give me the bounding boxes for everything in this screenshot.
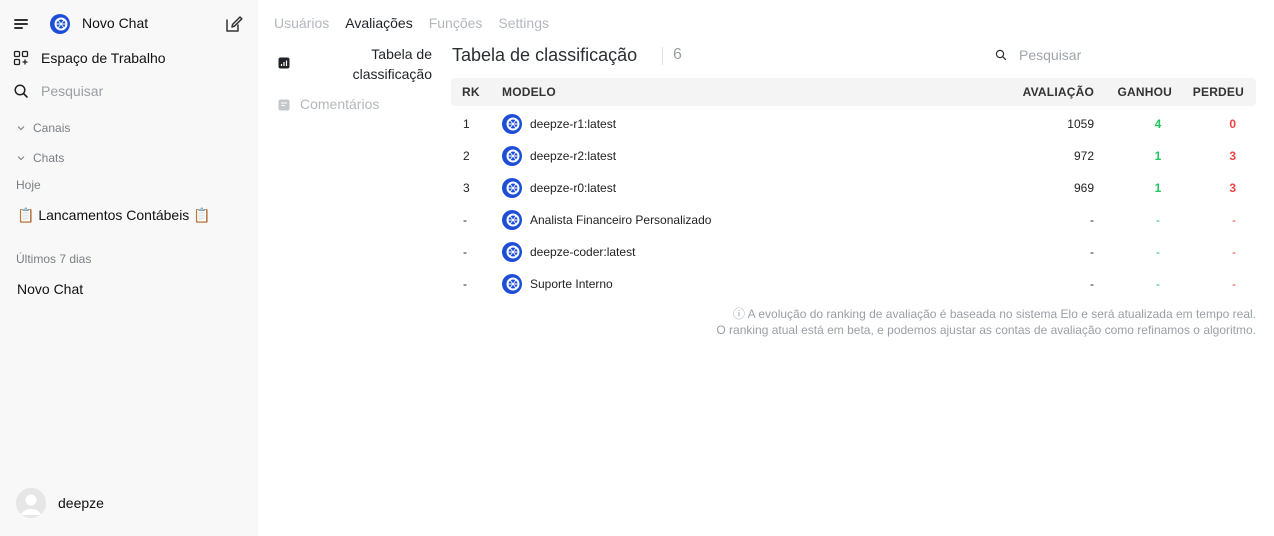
- rating-cell: 1059: [1067, 117, 1094, 131]
- leaderboard-info-note: ⓘ A evolução do ranking de avaliação é b…: [716, 306, 1256, 338]
- sidebar: Novo Chat Espaço de Trabalho Pesquisar C…: [0, 0, 258, 536]
- info-note-line-1: ⓘ A evolução do ranking de avaliação é b…: [733, 307, 1256, 321]
- model-name-cell: deepze-r0:latest: [530, 181, 617, 195]
- rank-cell: -: [463, 213, 467, 227]
- grid-plus-icon: [13, 50, 29, 66]
- rank-cell: 1: [463, 117, 470, 131]
- lost-cell: 0: [1229, 117, 1236, 131]
- sidebar-search[interactable]: Pesquisar: [13, 83, 103, 99]
- new-chat-title[interactable]: Novo Chat: [82, 15, 148, 31]
- chat-bubble-icon: [278, 99, 290, 111]
- column-header-rank[interactable]: RK: [462, 85, 480, 99]
- lost-cell: 3: [1229, 149, 1236, 163]
- column-header-lost[interactable]: PERDEU: [1193, 85, 1244, 99]
- model-name-cell: Suporte Interno: [530, 277, 613, 291]
- table-row[interactable]: 2 deepze-r2:latest 972 1 3: [451, 140, 1256, 172]
- model-logo-icon: [502, 242, 522, 262]
- subnav-leaderboard[interactable]: Tabela de classificação: [274, 44, 434, 86]
- leaderboard-title: Tabela de classificação: [452, 45, 638, 65]
- lost-cell: -: [1232, 213, 1236, 227]
- avatar: [16, 488, 46, 518]
- rating-cell: -: [1090, 245, 1094, 259]
- lost-cell: 3: [1229, 181, 1236, 195]
- tab-functions[interactable]: Funções: [429, 15, 483, 31]
- search-icon: [13, 83, 29, 99]
- model-name-cell: deepze-r1:latest: [530, 117, 617, 131]
- tab-settings[interactable]: Settings: [498, 15, 549, 31]
- table-row[interactable]: 3 deepze-r0:latest 969 1 3: [451, 172, 1256, 204]
- group-label-today: Hoje: [16, 178, 41, 192]
- leaderboard-count: 6: [673, 46, 682, 63]
- won-cell: 1: [1154, 149, 1162, 163]
- subnav-feedback[interactable]: Comentários: [274, 95, 434, 115]
- won-cell: -: [1156, 277, 1160, 291]
- rank-cell: -: [463, 277, 467, 291]
- channels-section-toggle[interactable]: Canais: [16, 121, 70, 135]
- chats-label: Chats: [33, 151, 65, 165]
- rating-cell: 972: [1073, 149, 1094, 163]
- tab-evaluations[interactable]: Avaliações: [345, 15, 412, 31]
- group-label-last-7-days: Últimos 7 dias: [16, 252, 92, 266]
- menu-icon[interactable]: [12, 16, 30, 32]
- model-logo-icon: [502, 210, 522, 230]
- column-header-rating[interactable]: AVALIAÇÃO: [1023, 85, 1094, 99]
- model-name-cell: deepze-r2:latest: [530, 149, 617, 163]
- lost-cell: -: [1232, 245, 1236, 259]
- sidebar-header: Novo Chat: [0, 12, 258, 36]
- edit-icon[interactable]: [224, 14, 244, 34]
- column-header-model[interactable]: MODELO: [502, 85, 556, 99]
- rank-cell: 2: [463, 149, 470, 163]
- tab-users[interactable]: Usuários: [274, 15, 329, 31]
- chevron-down-icon: [17, 126, 25, 131]
- model-name-cell: Analista Financeiro Personalizado: [530, 213, 712, 227]
- rating-cell: 969: [1073, 181, 1094, 195]
- user-menu[interactable]: deepze: [16, 488, 104, 518]
- workspace-link[interactable]: Espaço de Trabalho: [13, 50, 166, 66]
- rank-cell: 3: [463, 181, 470, 195]
- won-cell: -: [1156, 213, 1160, 227]
- table-row[interactable]: - Suporte Interno - - -: [451, 268, 1256, 300]
- table-row[interactable]: - Analista Financeiro Personalizado - - -: [451, 204, 1256, 236]
- channels-label: Canais: [33, 121, 71, 135]
- table-header: RK MODELO AVALIAÇÃO GANHOU PERDEU: [451, 78, 1256, 106]
- chat-item[interactable]: 📋 Lancamentos Contábeis 📋: [17, 207, 211, 224]
- subnav-leaderboard-label: Tabela de classificação: [352, 46, 432, 82]
- chart-bar-icon: [278, 57, 290, 69]
- leaderboard-search-input[interactable]: [1019, 47, 1219, 63]
- chat-item[interactable]: Novo Chat: [17, 281, 83, 297]
- admin-tabs: Usuários Avaliações Funções Settings: [274, 15, 565, 31]
- model-logo-icon: [502, 274, 522, 294]
- model-logo-icon: [50, 14, 70, 34]
- title-divider: [662, 47, 663, 65]
- chevron-down-icon: [17, 156, 25, 161]
- search-icon: [995, 49, 1007, 61]
- won-cell: 1: [1154, 181, 1162, 195]
- rating-cell: -: [1090, 277, 1094, 291]
- info-note-line-2: O ranking atual está em beta, e podemos …: [716, 323, 1256, 337]
- user-name: deepze: [58, 495, 104, 511]
- workspace-label: Espaço de Trabalho: [41, 50, 166, 66]
- chats-section-toggle[interactable]: Chats: [16, 151, 64, 165]
- model-logo-icon: [502, 146, 522, 166]
- model-name-cell: deepze-coder:latest: [530, 245, 636, 259]
- evaluations-subnav: Tabela de classificação Comentários: [274, 44, 434, 115]
- leaderboard-search[interactable]: [995, 47, 1219, 63]
- subnav-feedback-label: Comentários: [300, 96, 380, 112]
- lost-cell: -: [1232, 277, 1236, 291]
- won-cell: -: [1156, 245, 1160, 259]
- column-header-won[interactable]: GANHOU: [1117, 85, 1172, 99]
- rating-cell: -: [1090, 213, 1094, 227]
- model-logo-icon: [502, 114, 522, 134]
- model-logo-icon: [502, 178, 522, 198]
- table-row[interactable]: - deepze-coder:latest - - -: [451, 236, 1256, 268]
- rank-cell: -: [463, 245, 467, 259]
- won-cell: 4: [1154, 117, 1162, 131]
- table-row[interactable]: 1 deepze-r1:latest 1059 4 0: [451, 108, 1256, 140]
- sidebar-search-label: Pesquisar: [41, 83, 104, 99]
